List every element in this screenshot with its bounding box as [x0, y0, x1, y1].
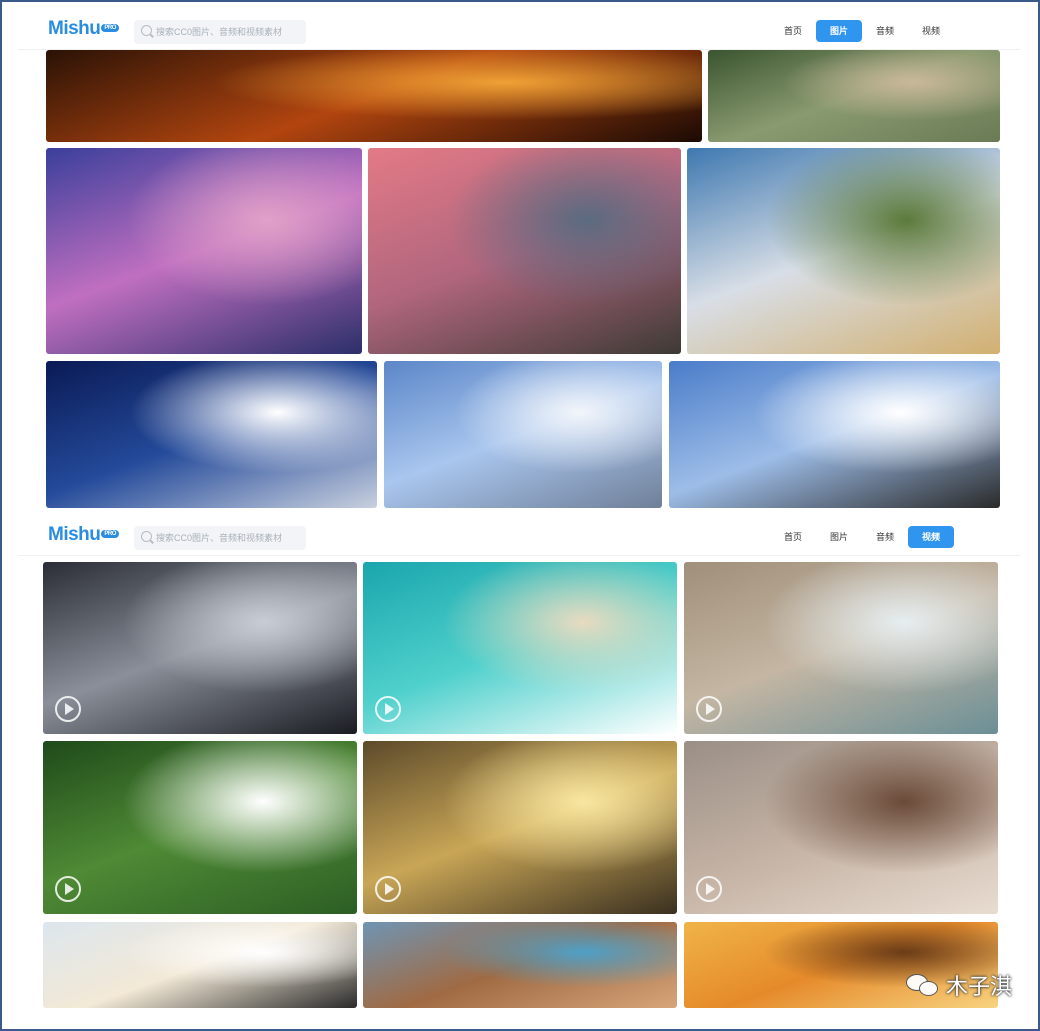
city-sunrise-video[interactable]	[43, 922, 357, 1008]
site-header: MishuPRO 首页 图片 音频 视频	[18, 6, 1020, 50]
nav-home[interactable]: 首页	[770, 526, 816, 548]
canyon-river-video[interactable]	[363, 922, 677, 1008]
clouds-field-image[interactable]	[687, 148, 1000, 354]
mishu-logo[interactable]: Mishu PRO	[48, 18, 119, 40]
cumulus-clouds-image[interactable]	[46, 361, 377, 508]
boat-lake-image[interactable]	[46, 148, 362, 354]
wheat-grass-video[interactable]	[684, 741, 998, 914]
search-input[interactable]	[156, 20, 304, 44]
beach-waves-video[interactable]	[363, 562, 677, 734]
nav-audio[interactable]: 音频	[862, 526, 908, 548]
logo-text: Mishu	[48, 524, 101, 545]
play-icon[interactable]	[375, 696, 401, 722]
play-icon[interactable]	[696, 876, 722, 902]
pro-badge: PRO	[101, 23, 119, 32]
wechat-icon	[905, 972, 940, 998]
shoreline-aerial-video[interactable]	[684, 562, 998, 734]
search-bar	[134, 20, 306, 44]
play-icon[interactable]	[696, 696, 722, 722]
nav-video[interactable]: 视频	[908, 526, 954, 548]
search-icon	[141, 531, 152, 542]
logo-text: Mishu	[48, 18, 101, 39]
play-icon[interactable]	[375, 876, 401, 902]
light-bulbs-image[interactable]	[669, 361, 1000, 508]
site-header: MishuPRO 首页 图片 音频 视频	[18, 512, 1020, 556]
wechat-watermark: 木子淇	[905, 969, 1012, 1001]
sunset-trees-image[interactable]	[46, 50, 702, 142]
main-nav: 首页 图片 音频 视频	[770, 20, 954, 42]
nav-audio[interactable]: 音频	[862, 20, 908, 42]
search-input[interactable]	[156, 526, 304, 550]
watermark-text: 木子淇	[945, 975, 1012, 1000]
golden-sky-video[interactable]	[363, 741, 677, 914]
play-icon[interactable]	[55, 876, 81, 902]
play-icon[interactable]	[55, 696, 81, 722]
white-flowers-video[interactable]	[43, 741, 357, 914]
images-page-screen: MishuPRO 首页 图片 音频 视频	[18, 6, 1020, 508]
sun-rays-clouds-image[interactable]	[384, 361, 662, 508]
sea-cave-rocks-image[interactable]	[368, 148, 681, 354]
main-nav: 首页 图片 音频 视频	[770, 526, 954, 548]
nav-home[interactable]: 首页	[770, 20, 816, 42]
search-bar	[134, 526, 306, 550]
videos-page-screen: MishuPRO 首页 图片 音频 视频	[18, 512, 1020, 1008]
nav-images[interactable]: 图片	[816, 526, 862, 548]
nav-video[interactable]: 视频	[908, 20, 954, 42]
search-icon	[141, 25, 152, 36]
nav-images[interactable]: 图片	[816, 20, 862, 42]
pro-badge: PRO	[101, 529, 119, 538]
volcano-video[interactable]	[43, 562, 357, 734]
cliff-valley-image[interactable]	[708, 50, 1000, 142]
mishu-logo[interactable]: Mishu PRO	[48, 524, 119, 546]
